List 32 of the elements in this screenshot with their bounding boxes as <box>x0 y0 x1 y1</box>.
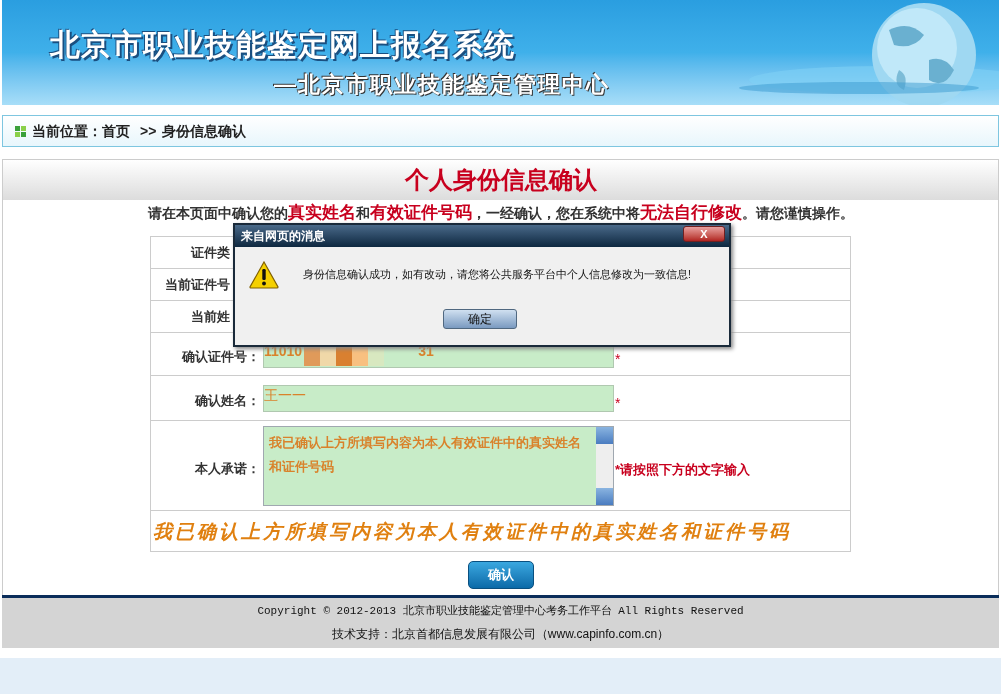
pledge-text: 我已确认上方所填写内容为本人有效证件中的真实姓名和证件号码 <box>153 518 791 544</box>
breadcrumb-separator: >> <box>140 121 157 141</box>
site-title: 北京市职业技能鉴定网上报名系统 <box>50 27 515 63</box>
site-subtitle: —北京市职业技能鉴定管理中心 <box>274 71 610 99</box>
field-label: 本人承诺： <box>195 459 260 478</box>
scroll-down-icon[interactable] <box>596 487 613 505</box>
page-title: 个人身份信息确认 <box>404 165 597 195</box>
required-mark: * <box>615 349 621 369</box>
confirm-button[interactable]: 确认 <box>467 561 534 589</box>
required-mark: * <box>615 393 621 413</box>
scroll-up-icon[interactable] <box>596 426 613 444</box>
field-label: 确认姓名： <box>195 392 260 411</box>
warning-icon <box>249 261 279 289</box>
notice-text: 请在本页面中确认您的真实姓名和有效证件号码，一经确认，您在系统中将无法自行修改。请您谨慎操作。 <box>147 203 854 223</box>
close-button[interactable]: X <box>683 226 725 242</box>
breadcrumb-label: 当前位置： <box>32 121 102 141</box>
grid-icon <box>15 125 26 137</box>
dialog-title: 来自网页的消息 <box>241 228 325 245</box>
input-hint: *请按照下方的文字输入 <box>615 460 751 479</box>
breadcrumb-link[interactable]: 首页 <box>102 120 130 142</box>
support-text: 技术支持：北京首都信息发展有限公司（www.capinfo.com.cn） <box>331 626 670 644</box>
breadcrumb-current: 身份信息确认 <box>162 121 247 141</box>
input-field[interactable]: 王一一 <box>263 384 614 412</box>
field-label: 当前证件号 <box>165 275 230 294</box>
field-label: 确认证件号： <box>182 348 260 367</box>
text-area[interactable]: 我已确认上方所填写内容为本人有效证件中的真实姓名和证件号码 <box>263 425 614 506</box>
scrollbar[interactable] <box>596 426 613 505</box>
ok-button[interactable]: 确定 <box>443 309 517 329</box>
field-label: 当前姓 <box>191 307 230 326</box>
dialog-message: 身份信息确认成功，如有改动，请您将公共服务平台中个人信息修改为一致信息! <box>303 267 691 283</box>
copyright-text: Copyright © 2012-2013 北京市职业技能鉴定管理中心考务工作平台 All Rights Reserved <box>257 603 744 619</box>
field-label: 证件类 <box>191 243 230 262</box>
